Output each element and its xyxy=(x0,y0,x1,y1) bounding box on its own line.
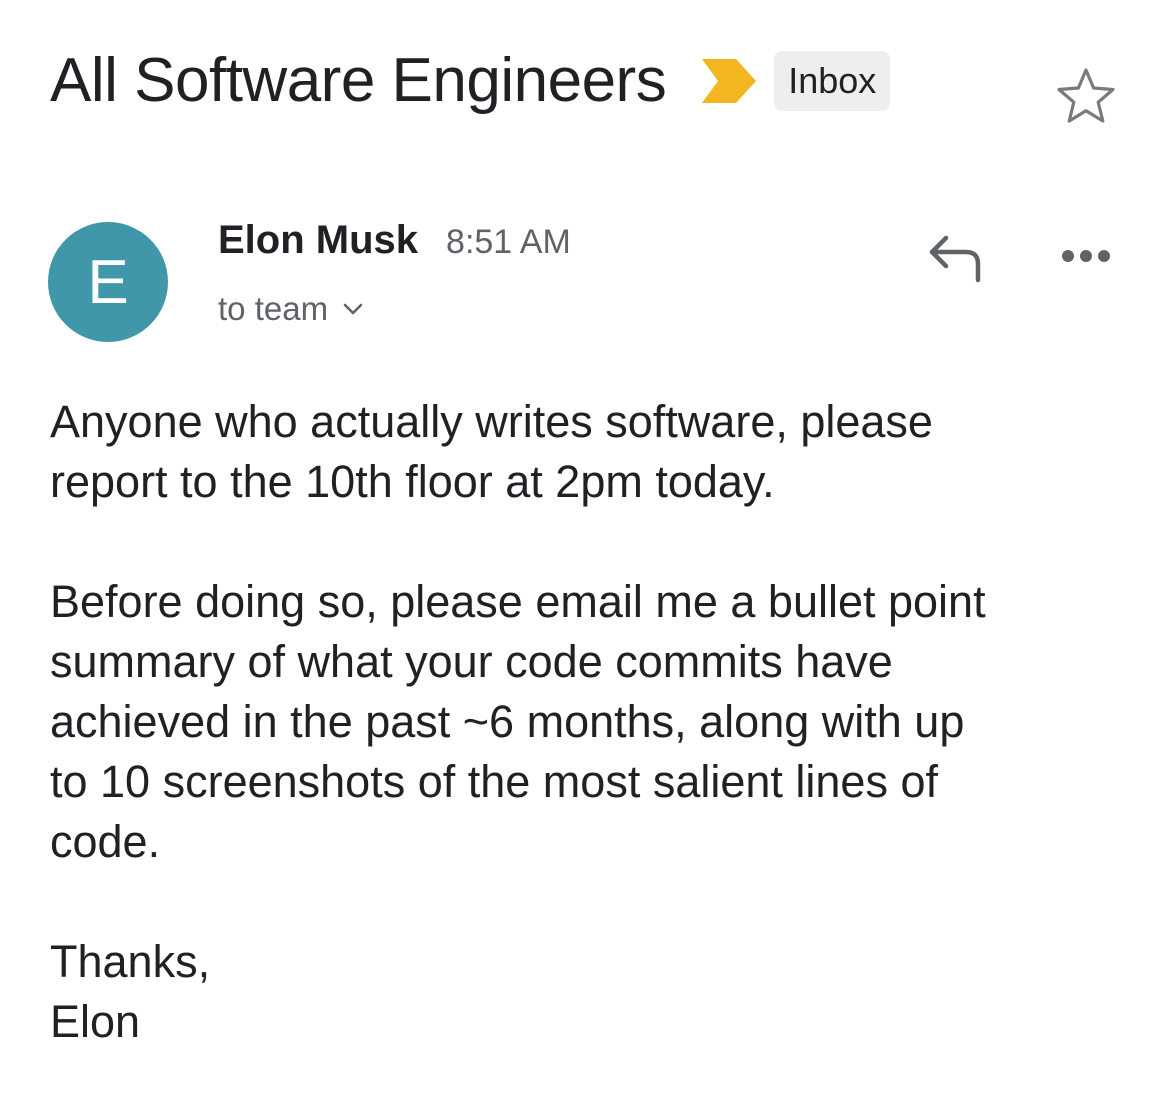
sender-name[interactable]: Elon Musk xyxy=(218,218,418,263)
body-line: report to the 10th floor at 2pm today. xyxy=(50,456,775,507)
body-line: Anyone who actually writes software, ple… xyxy=(50,396,933,447)
signoff-block: Thanks, Elon xyxy=(50,932,1120,1052)
recipient-summary: to team xyxy=(218,290,329,327)
body-paragraph: Anyone who actually writes software, ple… xyxy=(50,392,1120,512)
star-icon[interactable] xyxy=(1056,66,1116,126)
body-line: to 10 screenshots of the most salient li… xyxy=(50,756,938,807)
body-line: summary of what your code commits have xyxy=(50,636,893,687)
subject-row: All Software Engineers Inbox xyxy=(50,36,891,126)
sender-line: Elon Musk 8:51 AM xyxy=(218,218,571,263)
email-body: Anyone who actually writes software, ple… xyxy=(50,392,1120,1052)
inbox-label-chip[interactable]: Inbox xyxy=(774,51,891,111)
chevron-down-icon[interactable] xyxy=(342,302,364,316)
avatar-initial: E xyxy=(87,247,129,317)
importance-marker-icon[interactable] xyxy=(702,59,757,103)
avatar[interactable]: E xyxy=(48,222,168,342)
reply-icon[interactable] xyxy=(926,232,986,286)
signature: Elon xyxy=(50,996,141,1047)
body-line: code. xyxy=(50,816,161,867)
email-subject: All Software Engineers xyxy=(50,46,667,115)
body-line: achieved in the past ~6 months, along wi… xyxy=(50,696,965,747)
sent-time: 8:51 AM xyxy=(446,223,571,261)
more-options-icon[interactable] xyxy=(1060,244,1112,268)
body-paragraph: Before doing so, please email me a bulle… xyxy=(50,572,1120,872)
recipient-details-toggle[interactable]: to team xyxy=(218,290,364,328)
signoff: Thanks, xyxy=(50,936,211,987)
body-line: Before doing so, please email me a bulle… xyxy=(50,576,986,627)
